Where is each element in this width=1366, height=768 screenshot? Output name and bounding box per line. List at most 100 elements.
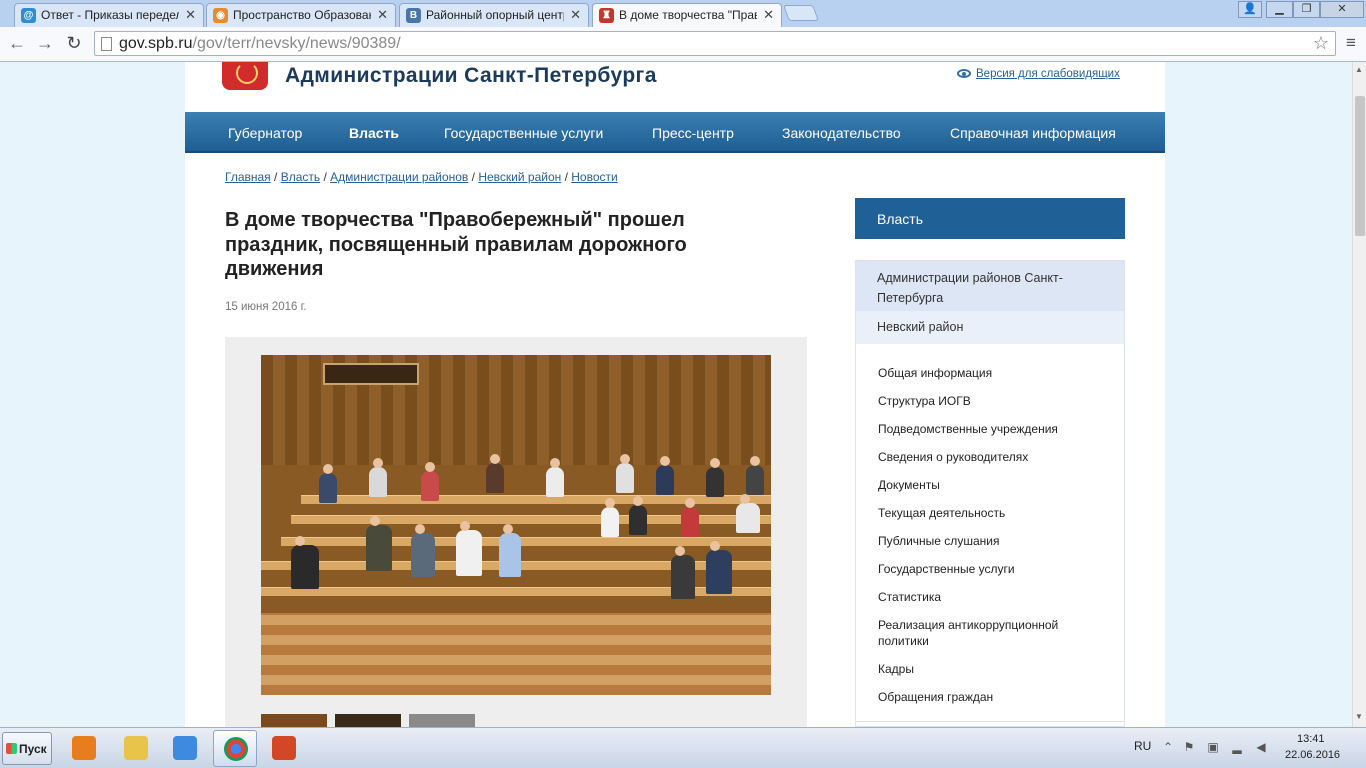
action-center-flag-icon[interactable]: ⚑	[1182, 740, 1196, 754]
url-text[interactable]: gov.spb.ru/gov/terr/nevsky/news/90389/	[119, 35, 401, 53]
close-window-button[interactable]: ✕	[1320, 1, 1364, 18]
windows-logo-icon	[6, 743, 17, 754]
bookmark-star-icon[interactable]: ☆	[1313, 33, 1329, 54]
eye-icon[interactable]	[957, 69, 971, 78]
start-button[interactable]: Пуск	[2, 732, 52, 765]
volume-icon[interactable]: ◀	[1254, 740, 1268, 754]
minimize-button[interactable]: ▁	[1266, 1, 1293, 18]
scroll-down-icon[interactable]: ▼	[1355, 712, 1363, 721]
maximize-button[interactable]: ❐	[1293, 1, 1320, 18]
new-tab-button[interactable]	[783, 5, 819, 21]
nav-authority[interactable]: Власть	[349, 125, 399, 141]
nav-legislation[interactable]: Законодательство	[782, 125, 901, 141]
browser-tab-2[interactable]: ◉ Пространство Образовани ✕	[206, 3, 396, 27]
breadcrumb-authority[interactable]: Власть	[281, 170, 320, 184]
powerpoint-icon	[272, 736, 296, 760]
sidebar-link-public-services[interactable]: Государственные услуги	[878, 561, 1098, 577]
article-title: В доме творчества "Правобережный" прошел…	[225, 209, 687, 280]
clock-time[interactable]: 13:41	[1297, 733, 1325, 745]
close-tab-icon[interactable]: ✕	[377, 7, 388, 23]
photo-gallery	[225, 337, 807, 727]
url-path: /gov/terr/nevsky/news/90389/	[192, 35, 401, 52]
spb-crest-icon: ♜	[599, 8, 614, 23]
breadcrumb: Главная / Власть / Администрации районов…	[225, 170, 618, 184]
taskbar-chrome[interactable]	[213, 730, 257, 767]
back-arrow-icon[interactable]: ←	[5, 32, 29, 54]
event-photo[interactable]	[261, 355, 771, 695]
taskbar-powerpoint[interactable]	[262, 730, 306, 767]
forward-arrow-icon[interactable]: →	[33, 32, 57, 54]
sidebar-link-appeals[interactable]: Обращения граждан	[878, 689, 1098, 705]
page-content: Администрации Санкт-Петербурга Версия дл…	[185, 62, 1165, 727]
user-icon[interactable]: 👤	[1238, 1, 1262, 18]
scrollbar-thumb[interactable]	[1355, 96, 1365, 236]
show-desktop-button[interactable]	[1350, 736, 1362, 758]
browser-chrome: @ Ответ - Приказы переделал ✕ ◉ Простран…	[0, 0, 1366, 62]
sidebar-link-leaders[interactable]: Сведения о руководителях	[878, 449, 1098, 465]
breadcrumb-news[interactable]: Новости	[571, 170, 617, 184]
nav-governor[interactable]: Губернатор	[228, 125, 302, 141]
spb-coat-of-arms-logo[interactable]	[222, 62, 268, 90]
sidebar-link-general-info[interactable]: Общая информация	[878, 365, 1098, 381]
sidebar-link-staff[interactable]: Кадры	[878, 661, 1098, 677]
sidebar-link-statistics[interactable]: Статистика	[878, 589, 1098, 605]
sidebar-nevsky-district[interactable]: Невский район	[856, 311, 1124, 344]
vk-icon: B	[406, 8, 421, 23]
browser-toolbar: ← → ↻ gov.spb.ru/gov/terr/nevsky/news/90…	[0, 27, 1366, 62]
close-tab-icon[interactable]: ✕	[185, 7, 196, 23]
nav-press-center[interactable]: Пресс-центр	[652, 125, 734, 141]
sidebar-link-structure[interactable]: Структура ИОГВ	[878, 393, 1098, 409]
media-player-icon	[72, 736, 96, 760]
windows-taskbar: Пуск RU ⌃ ⚑ ▣ ▂ ◀ 13:41 22.06.2016	[0, 727, 1366, 768]
sidebar-district-admins[interactable]: Администрации районов Санкт-Петербурга	[856, 261, 1124, 311]
device-icon[interactable]: ▣	[1206, 740, 1220, 754]
sidebar-link-anticorruption[interactable]: Реализация антикоррупционной политики	[878, 617, 1098, 649]
browser-tab-1[interactable]: @ Ответ - Приказы переделал ✕	[14, 3, 204, 27]
close-tab-icon[interactable]: ✕	[763, 7, 774, 23]
breadcrumb-nevsky[interactable]: Невский район	[478, 170, 561, 184]
reload-icon[interactable]: ↻	[62, 32, 86, 54]
breadcrumb-home[interactable]: Главная	[225, 170, 271, 184]
breadcrumb-district-admins[interactable]: Администрации районов	[330, 170, 468, 184]
tab-title: В доме творчества "Правоб	[619, 8, 757, 22]
page-viewport: Администрации Санкт-Петербурга Версия дл…	[0, 62, 1352, 727]
sidebar-link-subordinate[interactable]: Подведомственные учреждения	[878, 421, 1098, 437]
close-tab-icon[interactable]: ✕	[570, 7, 581, 23]
main-navigation: Губернатор Власть Государственные услуги…	[185, 112, 1165, 153]
browser-tab-4-active[interactable]: ♜ В доме творчества "Правоб ✕	[592, 3, 782, 28]
gallery-thumbnail-3[interactable]	[409, 714, 475, 727]
tab-title: Районный опорный центр Н	[426, 8, 564, 22]
taskbar-media-player[interactable]	[62, 730, 106, 767]
taskbar-google-drive[interactable]	[163, 730, 207, 767]
page-scrollbar[interactable]: ▲ ▼	[1352, 62, 1366, 727]
tab-title: Ответ - Приказы переделал	[41, 8, 179, 22]
gallery-thumbnail-2[interactable]	[335, 714, 401, 727]
article-date: 15 июня 2016 г.	[225, 301, 307, 313]
sidebar-link-documents[interactable]: Документы	[878, 477, 1098, 493]
globe-icon: @	[21, 8, 36, 23]
start-label: Пуск	[19, 742, 47, 756]
sidebar-header[interactable]: Власть	[855, 198, 1125, 239]
network-signal-icon[interactable]: ▂	[1230, 740, 1244, 754]
clock-date[interactable]: 22.06.2016	[1285, 749, 1340, 761]
taskbar-file-explorer[interactable]	[114, 730, 158, 767]
menu-icon[interactable]: ≡	[1342, 33, 1360, 53]
nav-public-services[interactable]: Государственные услуги	[444, 125, 603, 141]
gallery-thumbnail-1[interactable]	[261, 714, 327, 727]
address-bar[interactable]: gov.spb.ru/gov/terr/nevsky/news/90389/ ☆	[94, 31, 1336, 56]
sidebar-link-current-activity[interactable]: Текущая деятельность	[878, 505, 1098, 521]
tab-title: Пространство Образовани	[233, 8, 371, 22]
google-drive-icon	[173, 736, 197, 760]
language-indicator[interactable]: RU	[1134, 739, 1151, 753]
sidebar-divider	[856, 721, 1124, 722]
nav-reference-info[interactable]: Справочная информация	[950, 125, 1116, 141]
chrome-icon	[224, 737, 248, 761]
show-hidden-icons-icon[interactable]: ⌃	[1161, 740, 1175, 754]
site-title[interactable]: Администрации Санкт-Петербурга	[285, 64, 657, 88]
scroll-up-icon[interactable]: ▲	[1355, 65, 1363, 74]
file-explorer-icon	[124, 736, 148, 760]
sidebar-menu: Администрации районов Санкт-Петербурга Н…	[855, 260, 1125, 727]
sidebar-link-public-hearings[interactable]: Публичные слушания	[878, 533, 1098, 549]
browser-tab-3[interactable]: B Районный опорный центр Н ✕	[399, 3, 589, 27]
impaired-version-link[interactable]: Версия для слабовидящих	[976, 68, 1120, 80]
